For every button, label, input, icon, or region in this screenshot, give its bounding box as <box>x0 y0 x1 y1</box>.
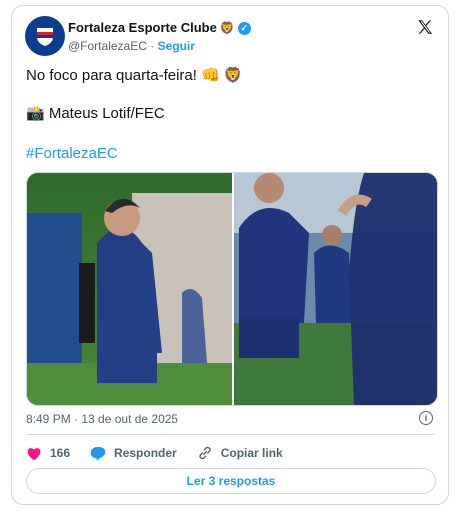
reply-label: Responder <box>114 446 177 460</box>
players-training-photo-right[interactable] <box>234 173 437 405</box>
reply-bubble-icon <box>90 446 106 461</box>
divider <box>26 434 434 435</box>
link-icon <box>197 445 213 461</box>
read-replies-button[interactable]: Ler 3 respostas <box>26 468 436 494</box>
heart-icon <box>26 446 42 461</box>
post-text-line1: No foco para quarta-feira! 👊 🦁 <box>26 67 243 84</box>
tweet-card: Fortaleza Esporte Clube 🦁 ✓ @FortalezaEC ·… <box>11 5 449 505</box>
separator: · <box>150 39 155 53</box>
reply-button[interactable]: Responder <box>90 446 177 461</box>
handle[interactable]: @FortalezaEC <box>68 39 147 53</box>
media-grid <box>26 172 438 406</box>
verified-badge-icon: ✓ <box>237 22 251 35</box>
follow-button[interactable]: Seguir <box>158 39 195 53</box>
fortaleza-crest-icon <box>37 28 53 46</box>
x-logo-icon[interactable] <box>416 18 434 42</box>
info-icon[interactable]: i <box>419 411 433 425</box>
player-training-photo-left[interactable] <box>27 173 232 405</box>
lion-emoji: 🦁 <box>219 21 235 35</box>
copy-link-button[interactable]: Copiar link <box>197 445 283 461</box>
copy-link-label: Copiar link <box>220 446 283 460</box>
display-name-text[interactable]: Fortaleza Esporte Clube <box>68 20 217 35</box>
like-count: 166 <box>50 446 71 460</box>
action-bar: 166 Responder Copiar link <box>26 444 303 462</box>
hashtag-link[interactable]: #FortalezaEC <box>26 145 118 163</box>
handle-row: @FortalezaEC · Seguir <box>68 39 195 53</box>
timestamp[interactable]: 8:49 PM · 13 de out de 2025 <box>26 412 178 426</box>
display-name[interactable]: Fortaleza Esporte Clube 🦁 ✓ <box>68 20 251 35</box>
post-text-line2: 📸 Mateus Lotif/FEC <box>26 105 165 122</box>
avatar[interactable] <box>25 16 65 56</box>
like-button[interactable]: 166 <box>26 446 70 461</box>
